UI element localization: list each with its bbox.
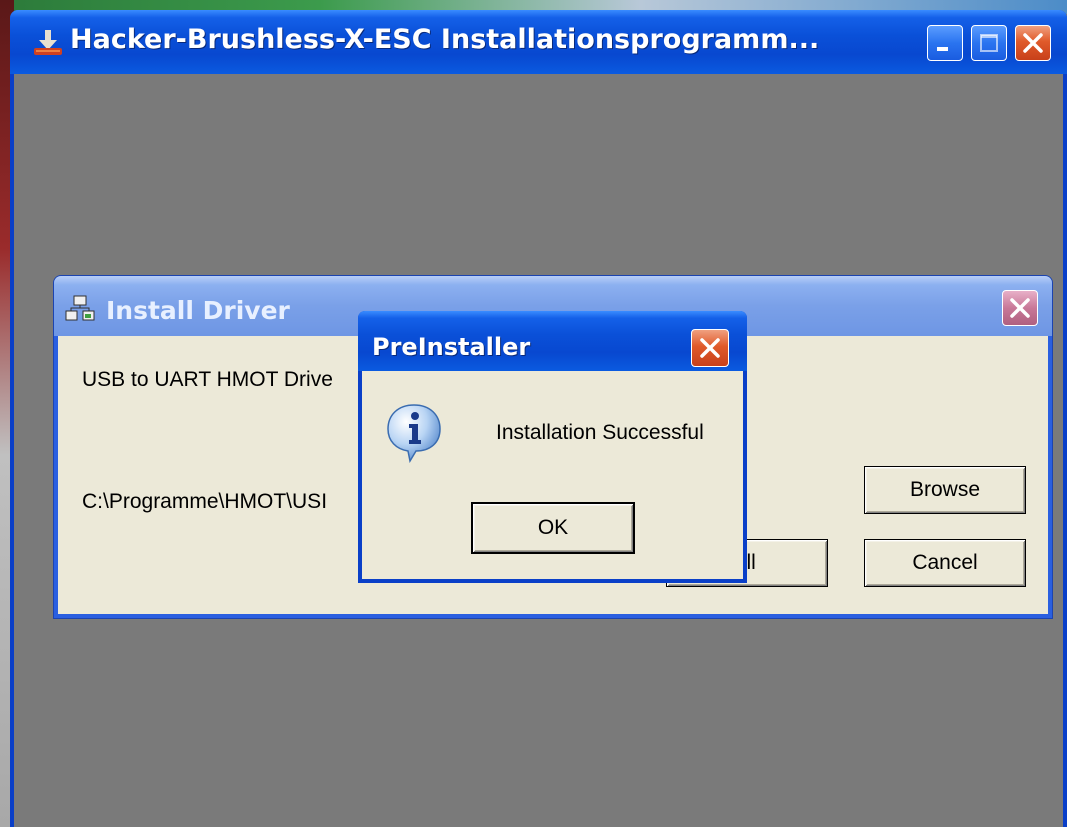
preinstaller-close-button[interactable] — [691, 329, 729, 367]
preinstaller-message-box: PreInstaller Installation Successful OK — [358, 311, 747, 583]
minimize-icon — [937, 47, 948, 51]
main-titlebar[interactable]: Hacker-Brushless-X-ESC Installationsprog… — [10, 10, 1067, 74]
close-icon — [700, 338, 720, 358]
installer-arrow-icon — [34, 30, 62, 55]
cancel-button[interactable]: Cancel — [864, 539, 1026, 587]
install-path-text: C:\Programme\HMOT\USI — [82, 490, 328, 513]
install-driver-title: Install Driver — [106, 296, 290, 325]
close-icon — [1023, 33, 1043, 53]
info-icon — [387, 404, 441, 463]
preinstaller-client-area: Installation Successful OK — [362, 371, 743, 579]
ok-button[interactable]: OK — [472, 503, 634, 553]
install-driver-close-button[interactable] — [1002, 290, 1038, 326]
close-button[interactable] — [1015, 25, 1051, 61]
installation-message: Installation Successful — [496, 421, 704, 444]
preinstaller-titlebar[interactable]: PreInstaller — [358, 311, 747, 371]
maximize-button[interactable] — [971, 25, 1007, 61]
driver-name-label: USB to UART HMOT Drive — [82, 368, 333, 391]
minimize-button[interactable] — [927, 25, 963, 61]
close-icon — [1010, 298, 1030, 318]
network-driver-icon — [65, 295, 95, 321]
preinstaller-title: PreInstaller — [372, 333, 531, 361]
maximize-icon — [980, 34, 998, 52]
browse-button[interactable]: Browse — [864, 466, 1026, 514]
main-window-title: Hacker-Brushless-X-ESC Installationsprog… — [70, 24, 820, 55]
